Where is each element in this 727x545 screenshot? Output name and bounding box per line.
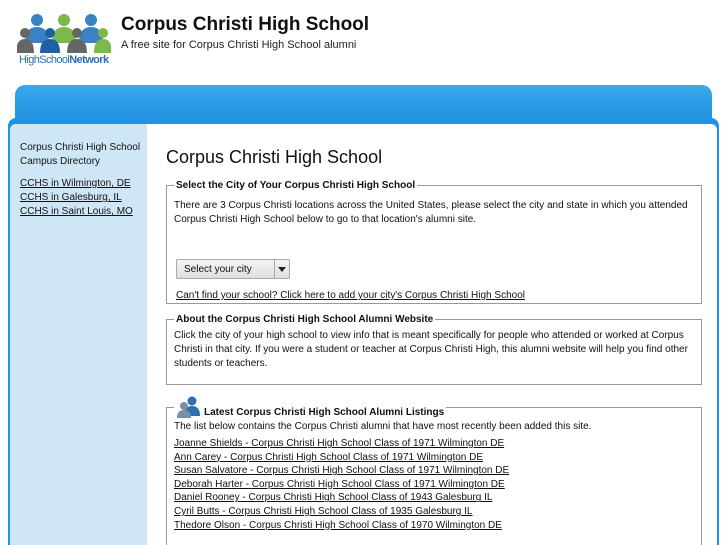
people-icon	[177, 396, 200, 418]
latest-listings-legend: Latest Corpus Christi High School Alumni…	[204, 407, 445, 418]
listing-link[interactable]: Thedore Olson - Corpus Christi High Scho…	[174, 519, 694, 533]
about-section: About the Corpus Christi High School Alu…	[166, 314, 702, 385]
sidebar-links: CCHS in Wilmington, DE CCHS in Galesburg…	[20, 177, 133, 219]
latest-listings-legend-wrap: Latest Corpus Christi High School Alumni…	[174, 396, 446, 418]
add-city-link[interactable]: Can't find your school? Click here to ad…	[176, 290, 525, 301]
sidebar-link-galesburg[interactable]: CCHS in Galesburg, IL	[20, 191, 133, 205]
logo-text-part2: Network	[69, 54, 109, 66]
about-legend: About the Corpus Christi High School Alu…	[176, 314, 434, 325]
listing-link[interactable]: Ann Carey - Corpus Christi High School C…	[174, 451, 694, 465]
people-logo-icon	[17, 14, 111, 53]
latest-listings-intro: The list below contains the Corpus Chris…	[174, 421, 592, 432]
site-subtitle: A free site for Corpus Christi High Scho…	[121, 39, 357, 51]
listing-link[interactable]: Deborah Harter - Corpus Christi High Sch…	[174, 478, 694, 492]
sidebar-link-saint-louis[interactable]: CCHS in Saint Louis, MO	[20, 205, 133, 219]
city-dropdown[interactable]: Select your city	[176, 259, 290, 279]
page-title: Corpus Christi High School	[166, 147, 383, 167]
listing-link[interactable]: Joanne Shields - Corpus Christi High Sch…	[174, 437, 694, 451]
select-city-description: There are 3 Corpus Christi locations acr…	[174, 200, 688, 225]
chevron-down-icon[interactable]	[274, 260, 289, 278]
logo-wordmark: HighSchoolNetwork	[19, 54, 109, 66]
sidebar: Corpus Christi High School Campus Direct…	[10, 124, 147, 545]
listing-link[interactable]: Daniel Rooney - Corpus Christi High Scho…	[174, 491, 694, 505]
select-city-section: Select the City of Your Corpus Christi H…	[166, 180, 702, 304]
logo-text-part1: HighSchool	[19, 54, 70, 66]
select-city-legend: Select the City of Your Corpus Christi H…	[176, 180, 416, 191]
content-area: Corpus Christi High School Campus Direct…	[10, 124, 717, 545]
listing-link[interactable]: Susan Salvatore - Corpus Christi High Sc…	[174, 464, 694, 478]
sidebar-heading: Corpus Christi High School Campus Direct…	[20, 142, 141, 167]
site-title: Corpus Christi High School	[121, 14, 370, 35]
site-logo[interactable]: HighSchoolNetwork	[17, 13, 111, 69]
latest-listings-section: Latest Corpus Christi High School Alumni…	[166, 396, 702, 545]
city-dropdown-value: Select your city	[184, 264, 252, 275]
listing-link[interactable]: Cyril Butts - Corpus Christi High School…	[174, 505, 694, 519]
sidebar-link-wilmington[interactable]: CCHS in Wilmington, DE	[20, 177, 133, 191]
about-text: Click the city of your high school to vi…	[174, 330, 688, 369]
listings-list: Joanne Shields - Corpus Christi High Sch…	[174, 437, 694, 532]
